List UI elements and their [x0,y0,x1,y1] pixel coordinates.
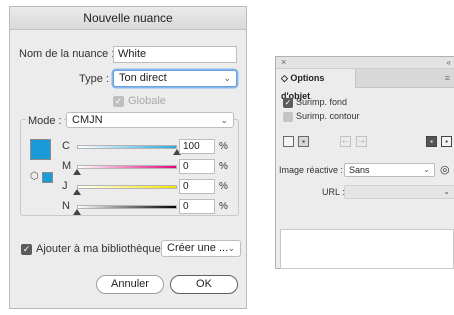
url-select[interactable]: ⌄ [344,185,454,199]
type-select[interactable]: Ton direct ⌄ [113,70,237,87]
color-preview-swatch [30,139,51,160]
frame-icon[interactable]: ▪ [426,136,437,147]
channel-j-slider-thumb[interactable] [73,189,81,195]
mode-label: Mode : [26,115,64,127]
overprint-fill-checkbox[interactable]: ✓ [283,98,293,108]
panel-header-bar: × « [276,57,454,69]
image-map-label: Image réactive : [279,165,344,175]
mode-select-value: CMJN [72,114,103,126]
chevron-down-icon: ⌄ [443,187,450,196]
channel-m-unit: % [219,161,228,172]
align-right-icon[interactable]: ⇢ [356,136,367,147]
image-map-select[interactable]: Sans ⌄ [344,163,435,177]
channel-n-unit: % [219,201,228,212]
collapse-icon[interactable]: « [447,57,451,68]
add-to-library-label: Ajouter à ma bibliothèque [36,243,161,255]
nonprinting-icon[interactable] [283,136,294,147]
url-label: URL : [322,187,345,197]
mode-select[interactable]: CMJN ⌄ [66,112,234,128]
channel-n-label: N [62,200,70,212]
new-swatch-dialog: Nouvelle nuance Nom de la nuance : White… [9,6,247,309]
channel-n-slider[interactable] [77,205,177,209]
chevron-down-icon: ⌄ [220,115,228,125]
gamut-swatch[interactable] [42,172,53,183]
overprint-stroke-checkbox[interactable] [283,112,293,122]
globe-icon[interactable]: ◎ [440,163,450,176]
channel-c-label: C [62,140,70,152]
channel-n-input[interactable]: 0 [179,199,215,214]
channel-j-label: J [62,180,68,192]
channel-m-input[interactable]: 0 [179,159,215,174]
channel-m-label: M [62,160,72,172]
channel-c-unit: % [219,141,228,152]
overprint-stroke-label: Surimp. contour [296,111,360,121]
channel-m-slider[interactable] [77,165,177,169]
url-description-area[interactable] [280,229,454,269]
chevron-down-icon: ⌄ [227,243,235,253]
library-select-value: Créer une ... [167,242,229,254]
channel-j-unit: % [219,181,228,192]
global-label: Globale [128,95,166,107]
tab-object-options[interactable]: ◇ Options d'objet [276,69,356,101]
channel-j-slider[interactable] [77,185,177,189]
swatch-name-label: Nom de la nuance : [19,48,115,60]
cancel-button[interactable]: Annuler [96,275,164,294]
out-of-gamut-cube-icon[interactable]: ⬡ [30,171,39,182]
frame-alt-icon[interactable]: ▪ [441,136,452,147]
dialog-title: Nouvelle nuance [10,7,246,30]
channel-n-slider-thumb[interactable] [73,209,81,215]
swatch-name-input[interactable]: White [113,46,237,63]
library-select[interactable]: Créer une ... ⌄ [161,240,241,257]
panel-menu-icon[interactable]: ≡ [445,73,450,83]
channel-j-input[interactable]: 0 [179,179,215,194]
image-map-value: Sans [349,165,370,175]
type-label: Type : [79,73,109,85]
global-checkbox[interactable]: ✓ [113,96,124,107]
panel-tab-row: ◇ Options d'objet ≡ [276,69,454,101]
add-to-library-checkbox[interactable]: ✓ [21,244,32,255]
chevron-down-icon: ⌄ [423,165,430,174]
channel-m-slider-thumb[interactable] [73,169,81,175]
overprint-fill-label: Surimp. fond [296,97,348,107]
hidden-icon[interactable]: ▪ [298,136,309,147]
channel-c-input[interactable]: 100 [179,139,215,154]
align-left-icon[interactable]: ⇠ [340,136,351,147]
chevron-down-icon: ⌄ [223,73,231,83]
close-icon[interactable]: × [281,57,286,68]
type-select-value: Ton direct [119,72,167,84]
ok-button[interactable]: OK [170,275,238,294]
channel-c-slider[interactable] [77,145,177,149]
